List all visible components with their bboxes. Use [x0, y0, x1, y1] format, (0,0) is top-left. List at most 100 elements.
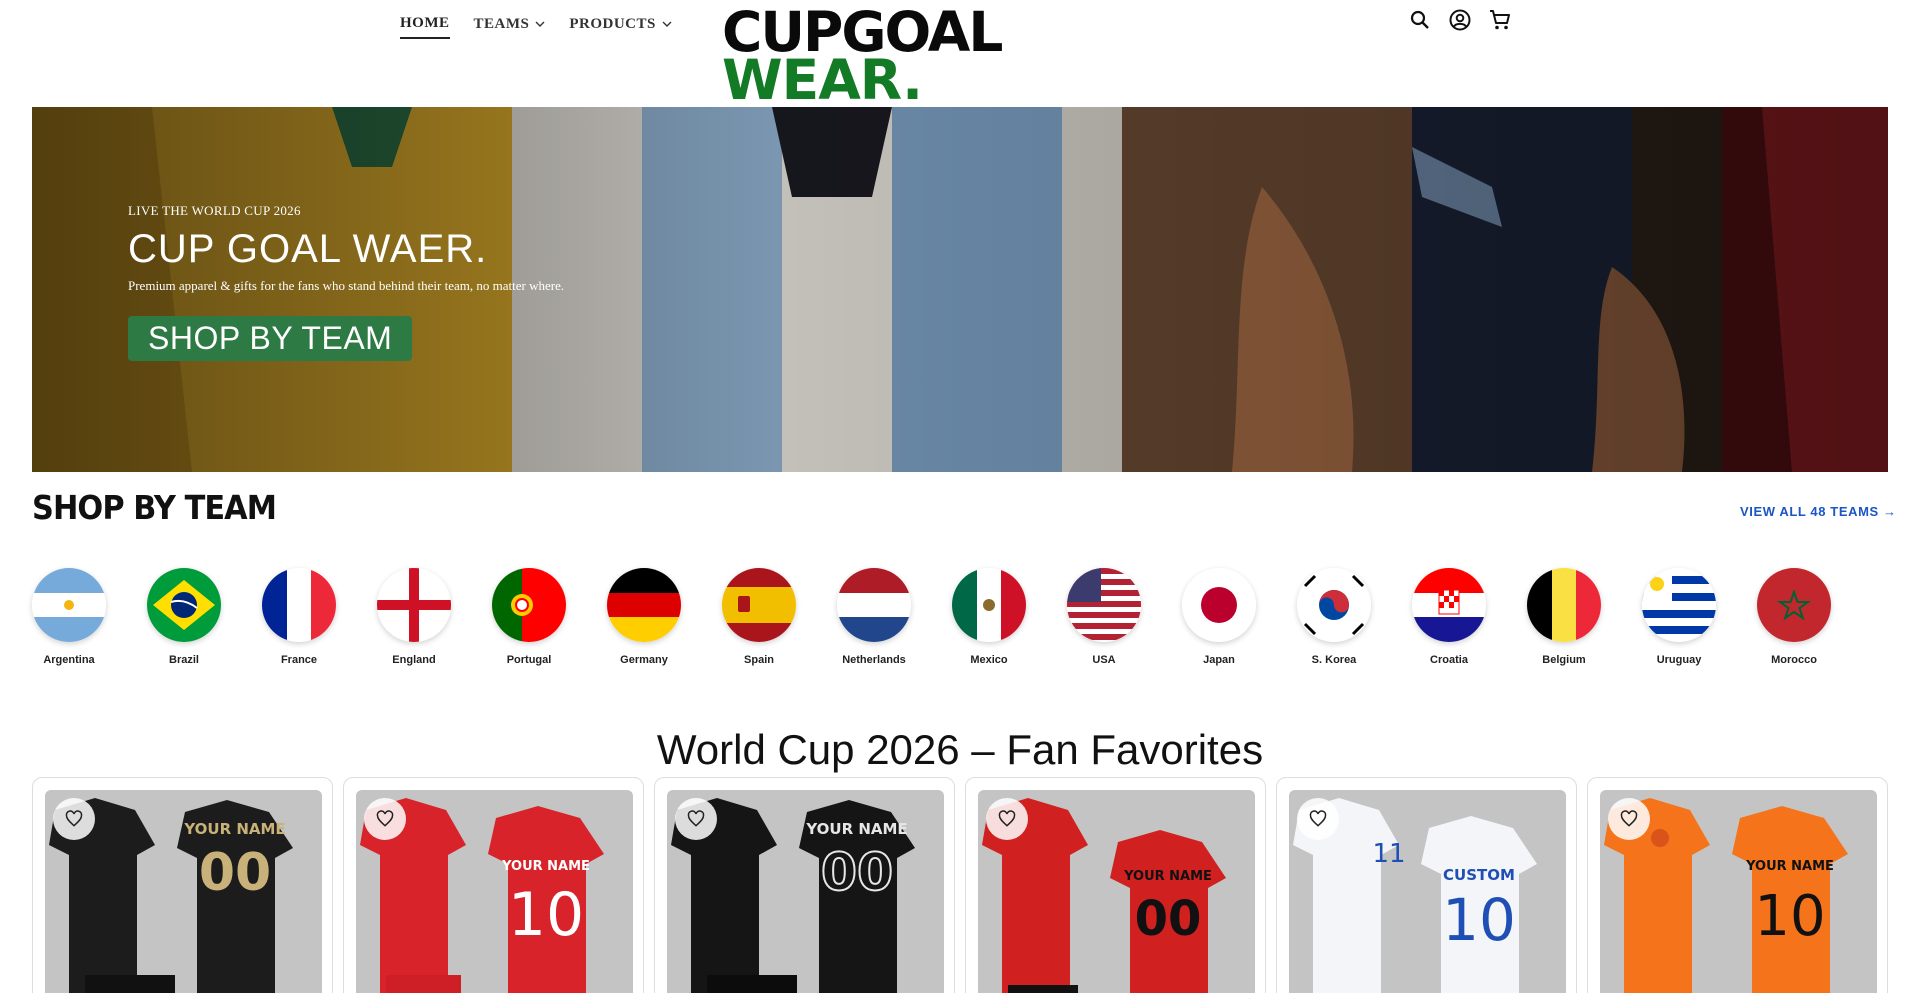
- hero-title: CUP GOAL WAER.: [128, 227, 488, 271]
- hero-kicker: LIVE THE WORLD CUP 2026: [128, 203, 301, 218]
- favorite-button[interactable]: [1608, 798, 1650, 840]
- header-actions: [1408, 8, 1512, 32]
- shirt-number-text: 10: [1442, 886, 1516, 954]
- nav-home-label: HOME: [400, 14, 450, 31]
- chevron-down-icon: [535, 21, 545, 27]
- team-uruguay[interactable]: Uruguay: [1642, 568, 1716, 666]
- nav-products[interactable]: PRODUCTS: [569, 9, 672, 39]
- nav-home[interactable]: HOME: [400, 9, 450, 39]
- product-image: YOUR NAME 10: [1600, 790, 1877, 993]
- team-portugal[interactable]: Portugal: [492, 568, 566, 666]
- favorite-button[interactable]: [53, 798, 95, 840]
- team-name: S. Korea: [1311, 654, 1357, 666]
- shirt-name-text: CUSTOM: [1443, 866, 1515, 884]
- shirt-name-text: YOUR NAME: [1123, 869, 1212, 884]
- product-card[interactable]: YOUR NAME 00: [654, 777, 955, 993]
- search-icon[interactable]: [1408, 8, 1432, 32]
- team-name: USA: [1092, 654, 1116, 666]
- nav-teams-label: TEAMS: [473, 15, 530, 32]
- japan-flag-icon: [1182, 568, 1256, 642]
- shop-by-team-heading: SHOP BY TEAM: [32, 488, 277, 527]
- product-card[interactable]: YOUR NAME 10: [343, 777, 644, 993]
- team-s-korea[interactable]: S. Korea: [1297, 568, 1371, 666]
- logo-line1: CUPGOAL: [722, 0, 1003, 64]
- heart-icon: [1620, 810, 1638, 827]
- site-logo[interactable]: CUPGOAL WEAR.: [722, 0, 1003, 108]
- portugal-flag-icon: [492, 568, 566, 642]
- product-card[interactable]: 11 CUSTOM 10: [1276, 777, 1577, 993]
- team-name: Portugal: [506, 654, 552, 666]
- team-name: Japan: [1203, 654, 1235, 666]
- team-croatia[interactable]: Croatia: [1412, 568, 1486, 666]
- croatia-flag-icon: [1412, 568, 1486, 642]
- hero-subtitle: Premium apparel & gifts for the fans who…: [128, 278, 565, 293]
- shirt-name-text: YOUR NAME: [1745, 859, 1834, 874]
- team-japan[interactable]: Japan: [1182, 568, 1256, 666]
- team-france[interactable]: France: [262, 568, 336, 666]
- team-mexico[interactable]: Mexico: [952, 568, 1026, 666]
- product-image: YOUR NAME 00: [667, 790, 944, 993]
- product-image: YOUR NAME 00: [45, 790, 322, 993]
- product-card[interactable]: YOUR NAME 00: [32, 777, 333, 993]
- team-argentina[interactable]: Argentina: [32, 568, 106, 666]
- chevron-down-icon: [662, 21, 672, 27]
- site-header: HOME TEAMS PRODUCTS CUPGOAL WEAR.: [0, 0, 1920, 108]
- product-grid: YOUR NAME 00 YOUR NAME 10 YOUR NAME 00 Y…: [32, 777, 1888, 993]
- heart-icon: [65, 810, 83, 827]
- belgium-flag-icon: [1527, 568, 1601, 642]
- team-name: Belgium: [1542, 654, 1586, 666]
- team-morocco[interactable]: Morocco: [1757, 568, 1831, 666]
- product-card[interactable]: YOUR NAME 00: [965, 777, 1266, 993]
- view-all-teams-link[interactable]: VIEW ALL 48 TEAMS →: [1740, 504, 1897, 519]
- fan-favorites-heading: World Cup 2026 – Fan Favorites: [656, 726, 1264, 773]
- favorite-button[interactable]: [675, 798, 717, 840]
- team-netherlands[interactable]: Netherlands: [837, 568, 911, 666]
- team-name: Morocco: [1771, 654, 1817, 666]
- account-icon[interactable]: [1448, 8, 1472, 32]
- team-spain[interactable]: Spain: [722, 568, 796, 666]
- south-korea-flag-icon: [1297, 568, 1371, 642]
- team-england[interactable]: England: [377, 568, 451, 666]
- team-name: France: [280, 654, 318, 666]
- germany-flag-icon: [607, 568, 681, 642]
- shirt-name-text: YOUR NAME: [501, 859, 590, 874]
- favorite-button[interactable]: [986, 798, 1028, 840]
- hero-banner: LIVE THE WORLD CUP 2026 CUP GOAL WAER. P…: [32, 107, 1888, 472]
- team-germany[interactable]: Germany: [607, 568, 681, 666]
- heart-icon: [376, 810, 394, 827]
- netherlands-flag-icon: [837, 568, 911, 642]
- svg-text:11: 11: [1372, 839, 1405, 869]
- team-usa[interactable]: USA: [1067, 568, 1141, 666]
- team-belgium[interactable]: Belgium: [1527, 568, 1601, 666]
- nav-teams[interactable]: TEAMS: [474, 9, 546, 39]
- heart-icon: [687, 810, 705, 827]
- spain-flag-icon: [722, 568, 796, 642]
- shirt-number-text: 10: [508, 880, 584, 950]
- shop-by-team-button[interactable]: SHOP BY TEAM: [128, 316, 413, 361]
- team-brazil[interactable]: Brazil: [147, 568, 221, 666]
- team-name: Uruguay: [1656, 654, 1702, 666]
- heart-icon: [1309, 810, 1327, 827]
- favorite-button[interactable]: [1297, 798, 1339, 840]
- product-image: YOUR NAME 10: [356, 790, 633, 993]
- shirt-number-text: 00: [821, 843, 893, 903]
- team-list: Argentina Brazil France England Portugal…: [32, 568, 1831, 666]
- product-card[interactable]: YOUR NAME 10: [1587, 777, 1888, 993]
- team-name: Germany: [620, 654, 668, 666]
- team-name: Brazil: [169, 654, 199, 666]
- team-name: England: [392, 654, 436, 666]
- england-flag-icon: [377, 568, 451, 642]
- product-image: 11 CUSTOM 10: [1289, 790, 1566, 993]
- product-image: YOUR NAME 00: [978, 790, 1255, 993]
- usa-flag-icon: [1067, 568, 1141, 642]
- shirt-number-text: 10: [1754, 884, 1825, 949]
- team-name: Croatia: [1430, 654, 1468, 666]
- team-name: Argentina: [43, 654, 95, 666]
- shirt-number-text: 00: [1135, 891, 1202, 947]
- hero-content: LIVE THE WORLD CUP 2026 CUP GOAL WAER. P…: [128, 203, 564, 361]
- cart-icon[interactable]: [1488, 8, 1512, 32]
- morocco-flag-icon: [1757, 568, 1831, 642]
- uruguay-flag-icon: [1642, 568, 1716, 642]
- favorite-button[interactable]: [364, 798, 406, 840]
- mexico-flag-icon: [952, 568, 1026, 642]
